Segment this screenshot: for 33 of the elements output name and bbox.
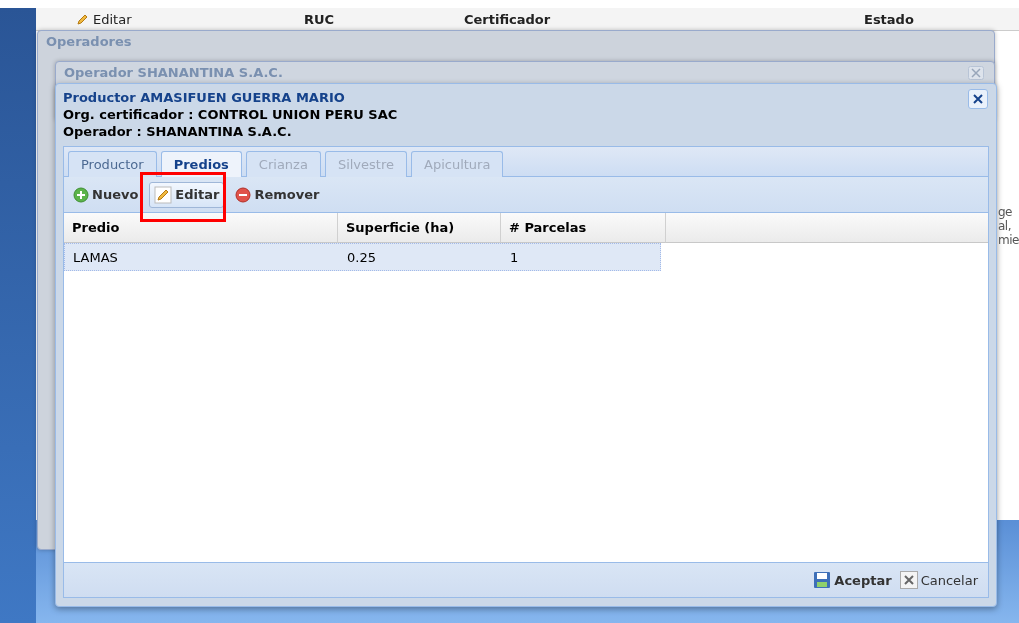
edit-button[interactable]: Editar [149,181,225,208]
table-cell-text: 0.25 [346,248,377,267]
add-icon [73,186,89,203]
column-header: Certificador [463,11,552,27]
remove-icon [235,186,252,203]
column-header: RUC [303,11,336,27]
remove-button[interactable]: Remover [230,181,325,208]
tab[interactable]: Predios [160,151,242,177]
window-title: Operadores [45,33,133,51]
column-header[interactable]: # Parcelas [501,213,666,243]
pencil-icon [154,185,173,204]
window-title: Operador SHANANTINA S.A.C. [63,64,284,82]
add-button[interactable]: Nuevo [68,181,144,208]
column-header[interactable]: Superficie (ha) [338,213,501,243]
table-cell-text: 1 [509,248,520,267]
tab[interactable]: Productor [68,151,157,177]
close-icon [899,571,918,589]
text-fragment: ge [998,205,1013,219]
pencil-icon [76,12,90,26]
dialog-subtitle: Org. certificador : CONTROL UNION PERU SAC [63,106,398,123]
close-icon [972,93,984,105]
table-row[interactable]: LAMAS 0.25 1 [64,243,661,271]
edit-link[interactable]: Editar [76,11,296,27]
dialog-subtitle: Operador : SHANANTINA S.A.C. [63,123,293,140]
text-fragment: al, [998,219,1012,233]
table-cell-text: LAMAS [72,248,119,267]
close-button[interactable] [968,89,988,109]
text-fragment: mie [998,233,1019,247]
cancel-button[interactable]: Cancelar [899,571,978,589]
dialog-title: Productor AMASIFUEN GUERRA MARIO [63,89,346,106]
save-button[interactable]: Aceptar [813,571,892,589]
column-header: Estado [863,11,915,27]
column-header[interactable]: Predio [64,213,338,243]
